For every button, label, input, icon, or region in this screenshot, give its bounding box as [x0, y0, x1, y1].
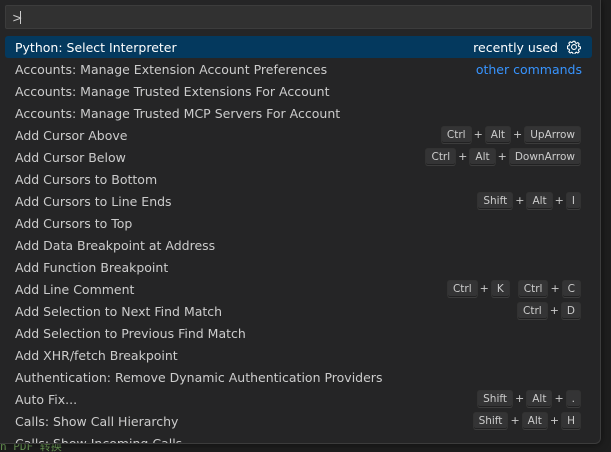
command-item[interactable]: Add Cursors to Line Ends Shift + Alt + I [5, 190, 592, 212]
key-cap: Shift [472, 412, 509, 430]
key-plus: + [479, 282, 489, 295]
key-cap: Alt [484, 126, 512, 144]
command-label: Authentication: Remove Dynamic Authentic… [15, 369, 383, 385]
command-label: Accounts: Manage Trusted MCP Servers For… [15, 105, 341, 121]
key-cap: Ctrl [425, 148, 457, 166]
recently-used-label: recently used [473, 39, 558, 55]
key-plus: + [510, 414, 520, 427]
key-plus: + [515, 194, 525, 207]
key-cap: H [561, 412, 581, 430]
command-label: Add Selection to Next Find Match [15, 303, 223, 319]
command-label: Add Cursors to Line Ends [15, 193, 172, 209]
command-item[interactable]: Calls: Show Incoming Calls [5, 432, 592, 444]
key-plus: + [549, 304, 559, 317]
key-plus: + [554, 194, 564, 207]
key-cap: C [561, 280, 581, 298]
key-cap: DownArrow [508, 148, 581, 166]
key-plus: + [497, 150, 507, 163]
key-cap: Alt [521, 412, 548, 430]
key-cap: Ctrl [517, 302, 548, 320]
key-cap: I [565, 192, 581, 210]
command-item[interactable]: Add Cursors to Top [5, 212, 592, 234]
command-label: Accounts: Manage Trusted Extensions For … [15, 83, 330, 99]
command-label: Add Cursor Below [15, 149, 126, 165]
keybinding: Shift + Alt + H [472, 412, 582, 430]
command-item[interactable]: Add Cursor Above Ctrl + Alt + UpArrow [5, 124, 592, 146]
command-label: Auto Fix... [15, 391, 78, 407]
key-plus: + [515, 392, 525, 405]
text-cursor [20, 11, 21, 24]
keybinding: Ctrl + Alt + UpArrow [440, 126, 582, 144]
command-input[interactable] [6, 6, 591, 28]
key-plus: + [473, 128, 483, 141]
other-commands-link[interactable]: other commands [476, 62, 582, 77]
command-input-container[interactable] [5, 5, 592, 29]
key-plus: + [550, 282, 560, 295]
key-cap: UpArrow [524, 126, 581, 144]
command-item[interactable]: Add XHR/fetch Breakpoint [5, 344, 592, 366]
command-label: Python: Select Interpreter [15, 39, 177, 55]
key-cap: Shift [477, 390, 513, 408]
command-label: Calls: Show Incoming Calls [15, 435, 183, 444]
command-label: Accounts: Manage Extension Account Prefe… [15, 61, 328, 77]
key-cap: Alt [526, 390, 553, 408]
key-cap: D [560, 302, 581, 320]
command-item[interactable]: Add Selection to Next Find Match Ctrl + D [5, 300, 592, 322]
command-item[interactable]: Add Function Breakpoint [5, 256, 592, 278]
command-item-detail: Ctrl + D [516, 302, 582, 320]
keybinding: Ctrl + D [516, 302, 582, 320]
command-label: Add Data Breakpoint at Address [15, 237, 216, 253]
key-cap: Alt [526, 192, 553, 210]
key-plus: + [458, 150, 468, 163]
command-item-detail: Shift + Alt + H [472, 412, 582, 430]
key-cap: Ctrl [517, 280, 549, 298]
command-label: Add Function Breakpoint [15, 259, 169, 275]
command-item-detail: Ctrl + Alt + UpArrow [440, 126, 582, 144]
gear-icon[interactable] [566, 39, 582, 55]
command-label: Calls: Show Call Hierarchy [15, 413, 179, 429]
key-cap: . [565, 390, 581, 408]
command-item[interactable]: Accounts: Manage Extension Account Prefe… [5, 58, 592, 80]
command-item[interactable]: Add Data Breakpoint at Address [5, 234, 592, 256]
command-label: Add Cursor Above [15, 127, 128, 143]
key-plus: + [554, 392, 564, 405]
command-item-detail: other commands [476, 62, 582, 77]
command-item[interactable]: Authentication: Remove Dynamic Authentic… [5, 366, 592, 388]
command-label: Add Line Comment [15, 281, 135, 297]
command-item[interactable]: Calls: Show Call Hierarchy Shift + Alt + H [5, 410, 592, 432]
command-item[interactable]: Accounts: Manage Trusted MCP Servers For… [5, 102, 592, 124]
key-cap: Alt [469, 148, 496, 166]
command-item[interactable]: Auto Fix... Shift + Alt +. [5, 388, 592, 410]
key-cap: Shift [477, 192, 514, 210]
command-item[interactable]: Python: Select Interpreter recently used [5, 36, 592, 58]
command-item-detail: recently used [473, 39, 582, 55]
key-cap: K [490, 280, 510, 298]
command-item-detail: Ctrl + Alt + DownArrow [424, 148, 582, 166]
command-label: Add Cursors to Top [15, 215, 133, 231]
key-cap: Ctrl [446, 280, 478, 298]
command-item[interactable]: Add Selection to Previous Find Match [5, 322, 592, 344]
key-plus: + [513, 128, 523, 141]
command-item[interactable]: Accounts: Manage Trusted Extensions For … [5, 80, 592, 102]
key-cap: Ctrl [440, 126, 472, 144]
command-list[interactable]: Python: Select Interpreter recently used A… [5, 36, 592, 443]
command-item-detail: Shift + Alt + I [476, 192, 582, 210]
command-item[interactable]: Add Cursors to Bottom [5, 168, 592, 190]
command-item[interactable]: Add Cursor Below Ctrl + Alt + DownArrow [5, 146, 592, 168]
keybinding: Shift + Alt + I [476, 192, 582, 210]
command-palette: Python: Select Interpreter recently used A… [0, 0, 601, 444]
command-item-detail: Ctrl + K Ctrl + C [446, 280, 582, 298]
command-label: Add XHR/fetch Breakpoint [15, 347, 178, 363]
key-plus: + [549, 414, 560, 427]
keybinding: Ctrl + Alt + DownArrow [424, 148, 582, 166]
keybinding: Shift + Alt +. [476, 390, 582, 408]
command-item[interactable]: Add Line Comment Ctrl + K Ctrl + C [5, 278, 592, 300]
command-item-detail: Shift + Alt +. [476, 390, 582, 408]
command-label: Add Cursors to Bottom [15, 171, 158, 187]
keybinding: Ctrl + K Ctrl + C [446, 280, 582, 298]
command-label: Add Selection to Previous Find Match [15, 325, 246, 341]
